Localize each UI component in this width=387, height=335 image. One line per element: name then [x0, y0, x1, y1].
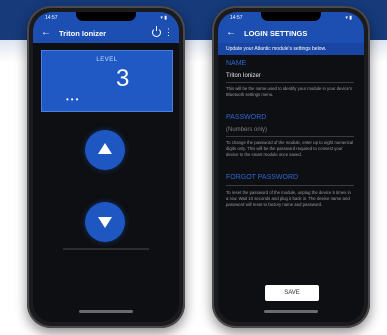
subtitle-bar: Update your Atlantic module's settings b…	[218, 43, 364, 55]
forgot-password-description: To reset the password of the module, unp…	[226, 190, 351, 207]
level-value: 3	[116, 65, 130, 92]
level-ellipsis: •••	[66, 95, 81, 104]
power-icon[interactable]	[152, 26, 161, 37]
name-heading: NAME	[226, 60, 247, 67]
home-indicator	[264, 310, 318, 313]
status-time: 14:57	[230, 15, 243, 21]
password-field[interactable]: (Numbers only)	[226, 127, 267, 133]
level-panel: LEVEL 3 •••	[41, 50, 173, 112]
phone-right: 14:57 ▾ ▮ ← LOGIN SETTINGS Update your A…	[212, 6, 370, 328]
more-vert-icon[interactable]: ⋮	[164, 27, 173, 38]
notch	[76, 12, 136, 21]
arrow-up-icon	[98, 143, 112, 154]
forgot-underline	[226, 185, 354, 186]
app-bar: ← LOGIN SETTINGS	[218, 24, 364, 43]
level-down-button[interactable]	[85, 202, 125, 242]
back-arrow-icon[interactable]: ←	[226, 27, 236, 38]
password-heading: PASSWORD	[226, 114, 267, 121]
ionizer-screen: 14:57 ▾ ▮ ← Triton Ionizer ⋮ LEVEL 3 •••	[33, 12, 179, 322]
level-label: LEVEL	[96, 57, 118, 63]
save-button[interactable]: SAVE	[265, 285, 319, 301]
subtitle-text: Update your Atlantic module's settings b…	[226, 46, 327, 52]
phone-left: 14:57 ▾ ▮ ← Triton Ionizer ⋮ LEVEL 3 •••	[27, 6, 185, 328]
status-time: 14:57	[45, 15, 58, 21]
password-underline	[226, 136, 354, 137]
notch	[261, 12, 321, 21]
home-indicator	[79, 310, 133, 313]
signal-icon: ▾ ▮	[160, 15, 167, 21]
login-settings-screen: 14:57 ▾ ▮ ← LOGIN SETTINGS Update your A…	[218, 12, 364, 322]
arrow-down-icon	[98, 217, 112, 228]
app-title: Triton Ionizer	[59, 29, 107, 38]
password-description: To change the password of the module, en…	[226, 140, 354, 157]
name-description: This will be the name used to identify y…	[226, 86, 352, 97]
faint-caption	[63, 248, 149, 250]
back-arrow-icon[interactable]: ←	[41, 27, 51, 38]
forgot-password-heading: FORGOT PASSWORD	[226, 174, 299, 181]
page-title: LOGIN SETTINGS	[244, 29, 308, 38]
name-field[interactable]: Triton Ionizer	[226, 73, 261, 79]
name-underline	[226, 82, 354, 83]
signal-icon: ▾ ▮	[345, 15, 352, 21]
level-up-button[interactable]	[85, 130, 125, 170]
app-bar: ← Triton Ionizer ⋮	[33, 24, 179, 43]
